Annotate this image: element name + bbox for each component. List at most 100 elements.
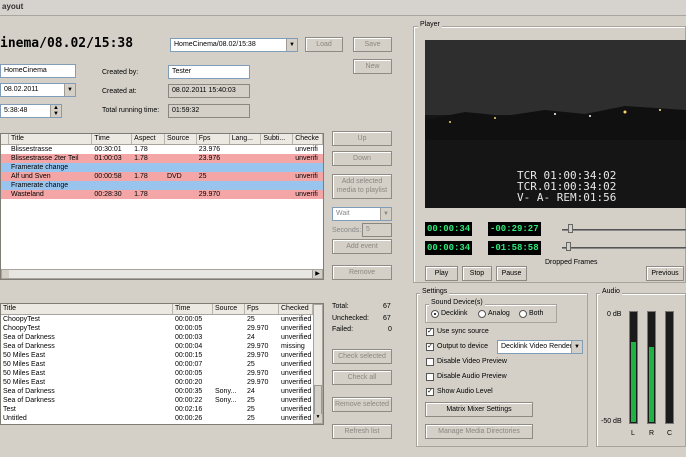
list-item[interactable]: 50 Miles East 00:00:20 29.970 unverified [1, 378, 323, 387]
list-item[interactable]: 50 Miles East 00:00:05 29.970 unverified [1, 369, 323, 378]
scroll-down-icon[interactable]: ▼ [314, 414, 322, 423]
load-button[interactable]: Load [305, 37, 343, 52]
scroll-left-icon[interactable] [2, 270, 9, 278]
play-button[interactable]: Play [425, 266, 458, 281]
col-media-title[interactable]: Title [1, 304, 173, 314]
list-item[interactable]: Test 00:02:16 25 unverified [1, 405, 323, 414]
check-all-button[interactable]: Check all [332, 370, 392, 385]
matrix-mixer-button[interactable]: Matrix Mixer Settings [425, 402, 533, 417]
video-preview[interactable]: TCR 01:00:34:02 TCR.01:00:34:02 V- A- RE… [425, 40, 686, 208]
media-vscrollbar[interactable]: ▼ [313, 304, 323, 424]
check-selected-button[interactable]: Check selected [332, 349, 392, 364]
table-row[interactable]: Blissestrasse 2ter Teil 01:00:03 1.78 23.97… [1, 154, 323, 163]
chevron-down-icon[interactable]: ▼ [64, 84, 75, 96]
playlist-hscrollbar[interactable]: ▶ [1, 269, 323, 279]
table-cell [1, 423, 173, 424]
layout-select[interactable]: HomeCinema/08.02/15:38 ▼ [170, 38, 298, 52]
table-cell: 29.970 [247, 370, 269, 377]
chevron-down-icon[interactable]: ▼ [571, 341, 582, 353]
remove-selected-button[interactable]: Remove selected [332, 397, 392, 412]
col-title[interactable]: Title [9, 134, 93, 144]
list-item[interactable]: Sea of Darkness 00:00:03 24 unverified [1, 333, 323, 342]
position-slider-thumb[interactable] [568, 224, 573, 233]
list-item[interactable]: 00:00: [1, 423, 323, 424]
col-fps[interactable]: Fps [197, 134, 230, 144]
playlist-table[interactable]: Title Time Aspect Source Fps Lang... Sub… [0, 133, 324, 280]
table-row[interactable]: Blissestrasse 00:30:01 1.78 23.976 unverifi [1, 145, 323, 154]
up-button[interactable]: Up [332, 131, 392, 146]
col-time[interactable]: Time [92, 134, 133, 144]
analog-radio[interactable] [478, 310, 486, 318]
seconds-field[interactable]: 5 [362, 223, 392, 237]
table-cell [230, 145, 262, 154]
table-row[interactable]: Alf und Sven 00:00:58 1.78 DVD 25 unverifi [1, 172, 323, 181]
col-source[interactable]: Source [165, 134, 197, 144]
col-language[interactable]: Lang... [230, 134, 262, 144]
list-item[interactable]: ChoopyTest 00:00:05 29.970 unverified [1, 324, 323, 333]
table-row[interactable]: Wasteland 00:28:30 1.78 29.970 unverifi [1, 190, 323, 199]
disable-audio-preview-checkbox[interactable] [426, 373, 434, 381]
name-field[interactable]: HomeCinema [0, 64, 76, 78]
stop-button[interactable]: Stop [462, 266, 492, 281]
manage-media-button[interactable]: Manage Media Directories [425, 424, 533, 439]
add-event-button[interactable]: Add event [332, 239, 392, 254]
pause-button[interactable]: Pause [496, 266, 527, 281]
time-spinner[interactable]: 5:38:48 ▲ ▼ [0, 104, 62, 118]
col-checked[interactable]: Checke [293, 134, 323, 144]
col-media-fps[interactable]: Fps [245, 304, 279, 314]
spinner-arrows-icon[interactable]: ▲ ▼ [50, 105, 61, 117]
list-item[interactable]: Sea of Darkness 00:00:04 29.970 missing [1, 342, 323, 351]
down-button[interactable]: Down [332, 151, 392, 166]
list-item[interactable]: Sea of Darkness 00:00:35 Sony... 24 unverifi… [1, 387, 323, 396]
show-audio-level-checkbox[interactable]: ✓ [426, 388, 434, 396]
scroll-thumb[interactable] [314, 385, 322, 415]
total-slider-thumb[interactable] [566, 242, 571, 251]
row-spacer [1, 145, 9, 154]
chevron-down-icon[interactable]: ▼ [286, 39, 297, 51]
table-cell: Framerate change [10, 164, 69, 171]
use-sync-source-checkbox[interactable]: ✓ [426, 328, 434, 336]
add-selected-button[interactable]: Add selected media to playlist [332, 174, 392, 199]
new-button[interactable]: New [353, 59, 392, 74]
total-value: 67 [383, 303, 391, 310]
decklink-radio[interactable] [431, 310, 439, 318]
output-device-select[interactable]: Decklink Video Render ▼ [497, 340, 583, 354]
list-item[interactable]: ChoopyTest 00:00:05 25 unverified [1, 315, 323, 324]
both-radio[interactable] [519, 310, 527, 318]
output-to-device-checkbox[interactable]: ✓ [426, 343, 434, 351]
total-slider[interactable] [562, 247, 686, 249]
scroll-right-icon[interactable]: ▶ [312, 270, 322, 278]
save-button[interactable]: Save [353, 37, 392, 52]
col-subtitle[interactable]: Subti... [261, 134, 294, 144]
media-table[interactable]: Title Time Source Fps Checked ChoopyTest… [0, 303, 324, 425]
table-cell [293, 181, 323, 190]
list-item[interactable]: Untitled 00:00:26 25 unverified [1, 414, 323, 423]
table-cell [230, 190, 262, 199]
list-item[interactable]: Sea of Darkness 00:00:22 Sony... 25 unverifi… [1, 396, 323, 405]
col-media-checked[interactable]: Checked [279, 304, 313, 314]
col-media-time[interactable]: Time [173, 304, 213, 314]
created-by-field[interactable]: Tester [168, 65, 250, 79]
table-cell [213, 360, 245, 369]
list-item[interactable]: 50 Miles East 00:00:07 25 unverified [1, 360, 323, 369]
table-row[interactable]: Framerate change [1, 181, 323, 190]
col-aspect[interactable]: Aspect [132, 134, 165, 144]
date-picker[interactable]: 08.02.2011 ▼ [0, 83, 76, 97]
table-cell: 25 [247, 406, 255, 413]
event-type-select[interactable]: Wait ▼ [332, 207, 392, 221]
table-cell: Alf und Sven [10, 173, 51, 180]
audio-channel-label: L [631, 430, 635, 437]
remove-button[interactable]: Remove [332, 265, 392, 280]
window-titlebar: ayout [0, 0, 686, 16]
playlist-header: Title Time Aspect Source Fps Lang... Sub… [1, 134, 323, 145]
chevron-down-icon[interactable]: ▼ [380, 208, 391, 220]
table-cell: 00:00:05 [175, 325, 203, 332]
disable-video-preview-checkbox[interactable] [426, 358, 434, 366]
position-slider[interactable] [562, 229, 686, 231]
table-row[interactable]: Framerate change [1, 163, 323, 172]
refresh-list-button[interactable]: Refresh list [332, 424, 392, 439]
table-cell: unverified [281, 379, 312, 386]
col-media-source[interactable]: Source [213, 304, 245, 314]
list-item[interactable]: 50 Miles East 00:00:15 29.970 unverified [1, 351, 323, 360]
previous-button[interactable]: Previous [646, 266, 684, 281]
